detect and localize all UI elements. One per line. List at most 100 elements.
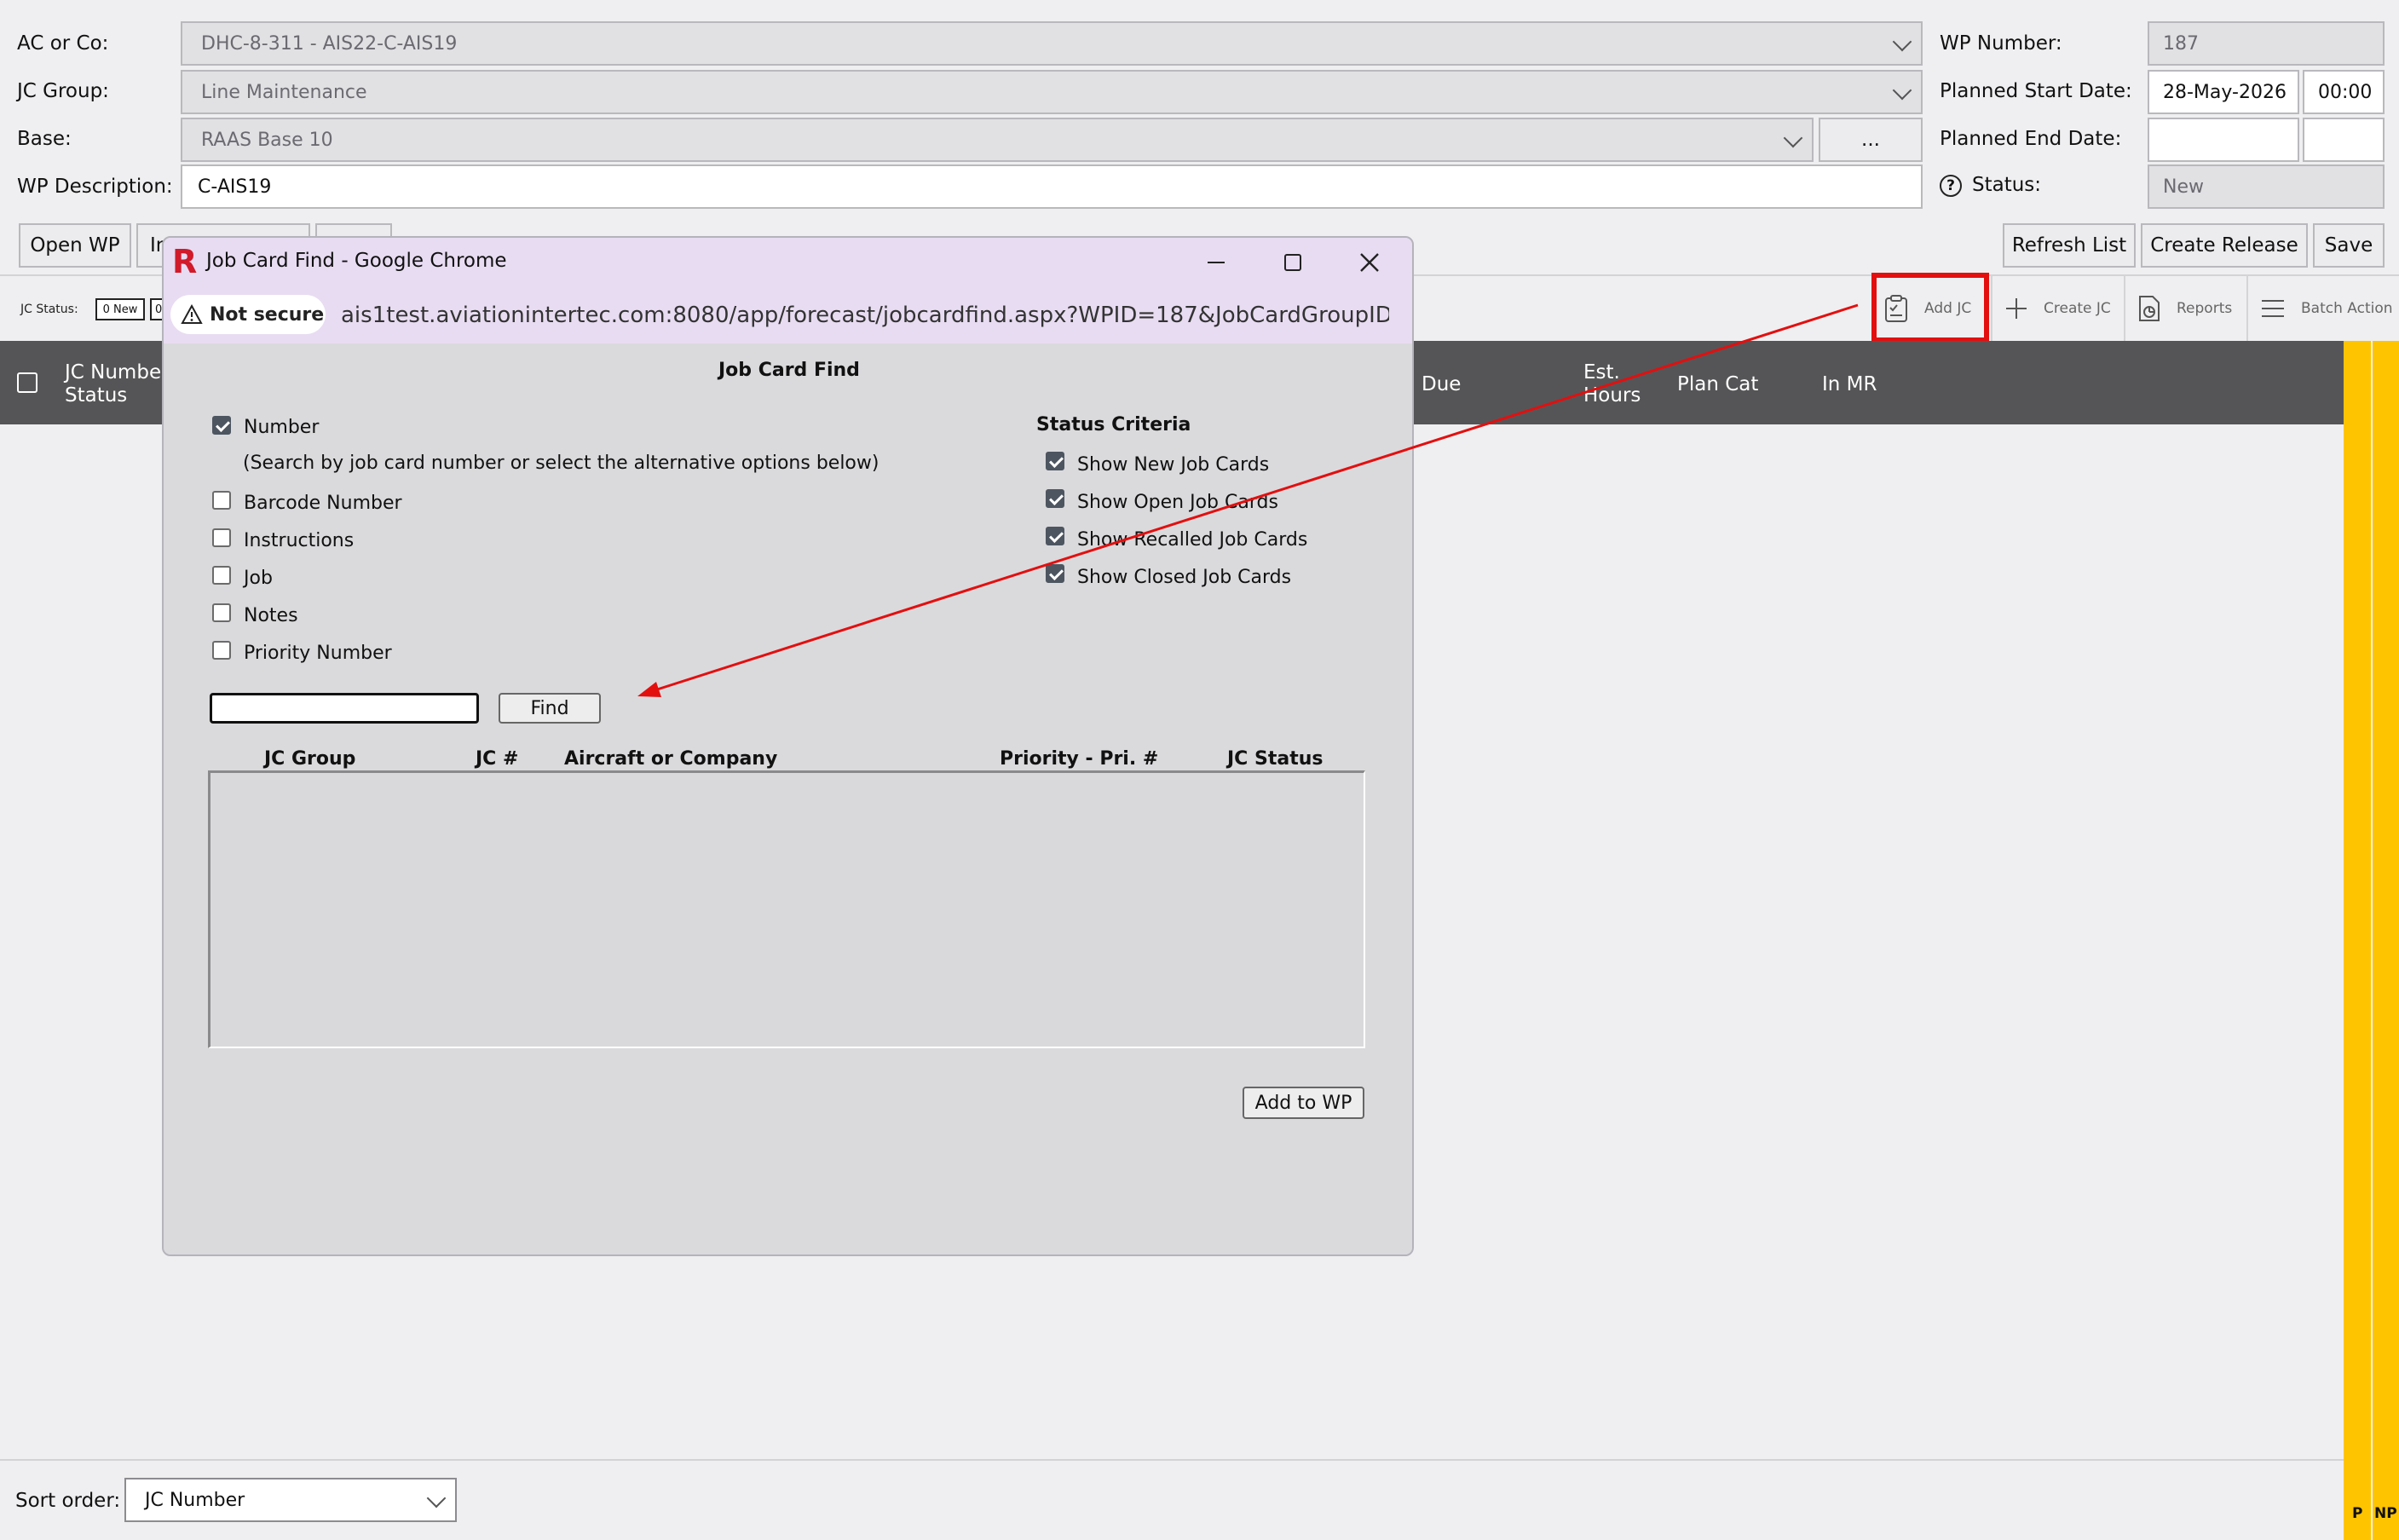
batch-action-label: Batch Action bbox=[2301, 300, 2393, 317]
search-option-notes-label: Notes bbox=[244, 605, 298, 626]
not-secure-chip[interactable]: Not secure bbox=[170, 295, 326, 334]
planned-start-date-input[interactable]: 28-May-2026 bbox=[2148, 70, 2299, 114]
col-due[interactable]: Due bbox=[1422, 373, 1461, 396]
base-value: RAAS Base 10 bbox=[201, 129, 333, 151]
chevron-down-icon bbox=[426, 1488, 447, 1508]
results-col-jc-number: JC # bbox=[476, 748, 519, 770]
popup-url[interactable]: ais1test.aviationintertec.com:8080/app/f… bbox=[341, 303, 1389, 328]
chevron-down-icon bbox=[1892, 80, 1912, 101]
annotation-highlight-box bbox=[1871, 273, 1989, 343]
reports-label: Reports bbox=[2177, 300, 2233, 317]
jc-status-label: JC Status: bbox=[20, 303, 78, 316]
search-option-job-label: Job bbox=[244, 568, 273, 589]
footer-divider bbox=[0, 1459, 2344, 1461]
np-strip bbox=[2373, 341, 2399, 1540]
status-chip-new[interactable]: 0 New bbox=[95, 298, 145, 320]
results-list[interactable] bbox=[208, 770, 1365, 1048]
sort-order-value: JC Number bbox=[145, 1489, 245, 1511]
warning-icon bbox=[181, 304, 203, 324]
plus-icon bbox=[2006, 298, 2027, 319]
ac-select[interactable]: DHC-8-311 - AIS22-C-AIS19 bbox=[181, 21, 1923, 66]
status-label: Status: bbox=[1972, 174, 2042, 196]
search-option-barcode-label: Barcode Number bbox=[244, 493, 402, 514]
toolbar-separator bbox=[2246, 274, 2248, 343]
col-in-mr[interactable]: In MR bbox=[1822, 373, 1877, 396]
add-to-wp-button[interactable]: Add to WP bbox=[1243, 1087, 1364, 1119]
show-recalled-label: Show Recalled Job Cards bbox=[1077, 529, 1308, 551]
not-secure-label: Not secure bbox=[210, 303, 325, 326]
wp-description-label: WP Description: bbox=[17, 176, 173, 198]
wp-number-value: 187 bbox=[2163, 32, 2199, 55]
search-option-notes-checkbox[interactable] bbox=[212, 603, 231, 622]
job-card-find-title: Job Card Find bbox=[718, 360, 860, 381]
show-open-checkbox[interactable] bbox=[1046, 489, 1064, 508]
jc-group-value: Line Maintenance bbox=[201, 81, 367, 103]
search-option-instructions-label: Instructions bbox=[244, 530, 355, 551]
maximize-icon[interactable] bbox=[1282, 251, 1304, 274]
save-button[interactable]: Save bbox=[2313, 223, 2385, 268]
results-col-aircraft: Aircraft or Company bbox=[564, 748, 778, 770]
sort-order-label: Sort order: bbox=[15, 1490, 121, 1512]
search-option-barcode-checkbox[interactable] bbox=[212, 491, 231, 510]
create-release-button[interactable]: Create Release bbox=[2141, 223, 2308, 268]
search-option-number-checkbox[interactable] bbox=[212, 416, 231, 435]
job-card-search-input[interactable] bbox=[210, 693, 479, 724]
show-new-label: Show New Job Cards bbox=[1077, 454, 1270, 476]
wp-description-value: C-AIS19 bbox=[198, 176, 272, 198]
reports-button[interactable]: Reports bbox=[2137, 274, 2232, 343]
planned-end-time-input[interactable] bbox=[2303, 118, 2385, 162]
status-criteria-heading: Status Criteria bbox=[1036, 414, 1191, 435]
wp-number-label: WP Number: bbox=[1940, 32, 2062, 55]
find-button[interactable]: Find bbox=[499, 693, 601, 724]
np-strip-label: NP bbox=[2374, 1505, 2397, 1522]
jc-group-select[interactable]: Line Maintenance bbox=[181, 70, 1923, 114]
chevron-down-icon bbox=[1892, 32, 1912, 52]
refresh-list-button[interactable]: Refresh List bbox=[2003, 223, 2136, 268]
planned-start-time-input[interactable]: 00:00 bbox=[2303, 70, 2385, 114]
toolbar-separator bbox=[2124, 274, 2125, 343]
results-col-jc-group: JC Group bbox=[264, 748, 356, 770]
col-jc-number[interactable]: JC Number bbox=[65, 361, 170, 384]
base-select[interactable]: RAAS Base 10 bbox=[181, 118, 1814, 162]
report-icon bbox=[2139, 296, 2160, 321]
chevron-down-icon bbox=[1783, 128, 1803, 148]
ac-label: AC or Co: bbox=[17, 32, 109, 55]
job-card-find-popup: R Job Card Find - Google Chrome Not secu… bbox=[162, 236, 1414, 1256]
side-status-strip: P NP bbox=[2344, 341, 2399, 1540]
create-jc-button[interactable]: Create JC bbox=[2004, 274, 2111, 343]
planned-start-date-value: 28-May-2026 bbox=[2163, 81, 2287, 103]
search-option-priority-checkbox[interactable] bbox=[212, 641, 231, 660]
search-option-number-label: Number bbox=[244, 417, 320, 438]
select-all-checkbox[interactable] bbox=[17, 372, 37, 393]
minimize-icon[interactable] bbox=[1205, 251, 1227, 274]
p-strip bbox=[2344, 341, 2371, 1540]
open-wp-button[interactable]: Open WP bbox=[19, 223, 131, 268]
show-new-checkbox[interactable] bbox=[1046, 452, 1064, 470]
planned-start-time-value: 00:00 bbox=[2318, 81, 2373, 103]
wp-number-field: 187 bbox=[2148, 21, 2385, 66]
menu-icon bbox=[2262, 300, 2284, 317]
planned-end-date-input[interactable] bbox=[2148, 118, 2299, 162]
col-plan-cat[interactable]: Plan Cat bbox=[1677, 373, 1758, 396]
show-recalled-checkbox[interactable] bbox=[1046, 527, 1064, 545]
ac-value: DHC-8-311 - AIS22-C-AIS19 bbox=[201, 32, 458, 55]
sort-order-select[interactable]: JC Number bbox=[124, 1478, 457, 1522]
wp-description-input[interactable]: C-AIS19 bbox=[181, 164, 1923, 209]
search-option-job-checkbox[interactable] bbox=[212, 566, 231, 585]
status-field: New bbox=[2148, 164, 2385, 209]
search-hint: (Search by job card number or select the… bbox=[243, 453, 879, 474]
batch-action-button[interactable]: Batch Action bbox=[2260, 274, 2393, 343]
base-browse-button[interactable]: ... bbox=[1819, 118, 1923, 162]
close-icon[interactable] bbox=[1358, 251, 1381, 274]
col-status[interactable]: Status bbox=[65, 384, 127, 407]
show-closed-label: Show Closed Job Cards bbox=[1077, 567, 1292, 588]
help-icon[interactable]: ? bbox=[1940, 175, 1962, 197]
show-closed-checkbox[interactable] bbox=[1046, 564, 1064, 583]
search-option-instructions-checkbox[interactable] bbox=[212, 528, 231, 547]
search-option-priority-label: Priority Number bbox=[244, 643, 392, 664]
popup-url-bar[interactable]: Not secure ais1test.aviationintertec.com… bbox=[164, 287, 1412, 344]
popup-titlebar[interactable]: R Job Card Find - Google Chrome bbox=[164, 238, 1412, 287]
col-est[interactable]: Est. bbox=[1583, 361, 1620, 384]
col-hours[interactable]: Hours bbox=[1583, 384, 1641, 407]
show-open-label: Show Open Job Cards bbox=[1077, 492, 1278, 513]
